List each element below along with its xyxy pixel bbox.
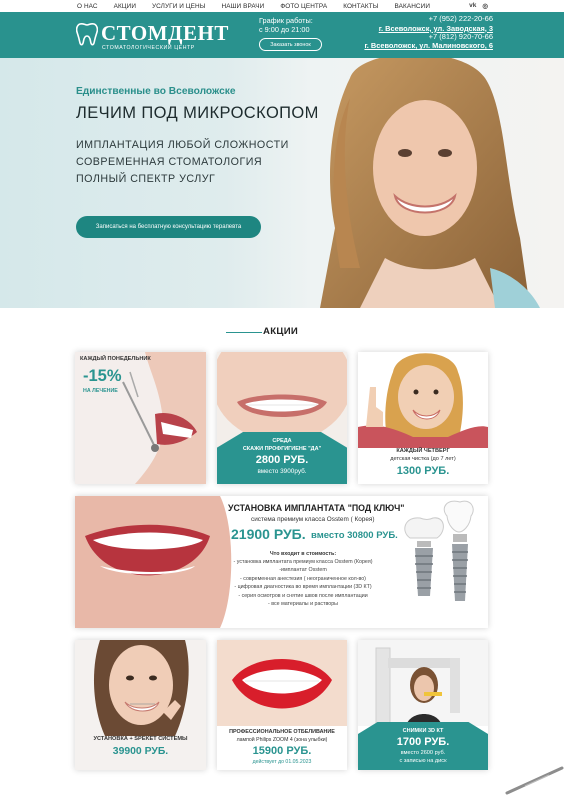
whitening-description: лампой Philips ZOOM 4 (зона улыбки) <box>236 737 328 743</box>
hero-bullet-2: СОВРЕМЕННАЯ СТОМАТОЛОГИЯ <box>76 156 263 168</box>
includes-item: - серия осмотров и снятие швов после имп… <box>238 592 368 599</box>
tooth-icon <box>76 22 98 46</box>
nav-about[interactable]: О НАС <box>77 3 98 10</box>
phone-1[interactable]: +7 (952) 222-20-66 <box>364 14 493 24</box>
phone-2[interactable]: +7 (812) 920-70-66 <box>364 32 493 42</box>
address-2[interactable]: г. Всеволожск, ул. Малиновского, 6 <box>364 41 493 50</box>
ct-old-price: вместо 2600 руб. <box>400 750 446 756</box>
whitening-price: 15900 РУБ. <box>252 745 312 757</box>
includes-item: - все материалы и растворы <box>268 601 338 608</box>
promo-card-thursday[interactable]: КАЖДЫЙ ЧЕТВЕРГ детская чистка (до 7 лет)… <box>358 352 488 484</box>
instagram-icon[interactable]: ◎ <box>482 2 488 10</box>
includes-title: Что входит в стоимость: <box>269 551 337 557</box>
ct-scanner-photo <box>358 640 488 726</box>
nav-photos[interactable]: ФОТО ЦЕНТРА <box>280 3 327 10</box>
braces-price: 39900 РУБ. <box>112 746 169 757</box>
implant-price: 21900 РУБ. <box>231 526 306 542</box>
monday-label: КАЖДЫЙ ПОНЕДЕЛЬНИК <box>80 356 151 362</box>
promo-card-whitening[interactable]: ПРОФЕССИОНАЛЬНОЕ ОТБЕЛИВАНИЕ лампой Phil… <box>217 640 347 770</box>
ct-extra: с записью на диск <box>399 758 447 764</box>
monday-discount: -15% <box>83 367 122 385</box>
hero-bullet-3: ПОЛНЫЙ СПЕКТР УСЛУГ <box>76 173 216 185</box>
page: О НАС АКЦИИ УСЛУГИ И ЦЕНЫ НАШИ ВРАЧИ ФОТ… <box>0 0 564 795</box>
hero-bullet-1: ИМПЛАНТАЦИЯ ЛЮБОЙ СЛОЖНОСТИ <box>76 139 289 151</box>
schedule: График работы: с 9:00 до 21:00 <box>259 16 339 34</box>
wednesday-day: СРЕДА <box>272 438 292 444</box>
contacts: +7 (952) 222-20-66 г. Всеволожск, ул. За… <box>364 14 493 50</box>
nav-doctors[interactable]: НАШИ ВРАЧИ <box>222 3 265 10</box>
consultation-button[interactable]: Записаться на бесплатную консультацию те… <box>76 216 261 238</box>
smiling-woman-photo <box>320 58 540 308</box>
includes-item: - цифровая диагностика во время импланта… <box>234 584 372 591</box>
thursday-price: 1300 РУБ. <box>396 465 450 477</box>
hero-headline: ЛЕЧИМ ПОД МИКРОСКОПОМ <box>76 104 319 122</box>
call-request-button[interactable]: Заказать звонок <box>259 38 322 51</box>
top-nav: О НАС АКЦИИ УСЛУГИ И ЦЕНЫ НАШИ ВРАЧИ ФОТ… <box>0 0 564 12</box>
schedule-label: График работы: <box>259 16 313 25</box>
includes-item: - современная анестезия ( неограниченное… <box>240 575 366 582</box>
thursday-description: детская чистка (до 7 лет) <box>390 456 456 462</box>
whitening-valid-until: действует до 01.05.2023 <box>252 759 312 765</box>
monday-note: НА ЛЕЧЕНИЕ <box>83 388 118 394</box>
social-links: vk ◎ <box>469 2 488 10</box>
red-lips-smile-photo <box>217 640 347 726</box>
implant-title: УСТАНОВКА ИМПЛАНТАТА "ПОД КЛЮЧ" <box>228 503 405 513</box>
wednesday-price: 2800 РУБ. <box>255 454 309 466</box>
braces-title: УСТАНОВКА + SPEKET СИСТЕМЫ <box>93 736 188 742</box>
woman-braces-photo <box>93 640 189 736</box>
hero-banner: Единственные во Всеволожске ЛЕЧИМ ПОД МИ… <box>0 58 564 308</box>
hero-kicker: Единственные во Всеволожске <box>76 86 236 97</box>
heading-divider <box>226 332 262 333</box>
promo-card-wednesday[interactable]: СРЕДА СКАЖИ ПРОФГИГИЕНЕ "ДА" 2800 РУБ. в… <box>217 352 347 484</box>
promos-title: АКЦИИ <box>263 326 299 337</box>
wednesday-old-price: вместо 3900руб. <box>257 468 307 475</box>
logo[interactable]: СТОМДЕНТ СТОМАТОЛОГИЧЕСКИЙ ЦЕНТР <box>76 21 228 51</box>
includes-item: -имплантат Osstem <box>279 567 327 574</box>
vk-icon[interactable]: vk <box>469 2 476 10</box>
ct-price: 1700 РУБ. <box>396 736 450 748</box>
promo-card-monday[interactable]: КАЖДЫЙ ПОНЕДЕЛЬНИК -15% НА ЛЕЧЕНИЕ <box>75 352 206 484</box>
schedule-hours: с 9:00 до 21:00 <box>259 25 310 34</box>
wednesday-phrase: СКАЖИ ПРОФГИГИЕНЕ "ДА" <box>242 446 322 452</box>
brand-subtitle: СТОМАТОЛОГИЧЕСКИЙ ЦЕНТР <box>102 45 195 51</box>
whitening-title: ПРОФЕССИОНАЛЬНОЕ ОТБЕЛИВАНИЕ <box>229 729 335 735</box>
implant-system: система премиум класса Osstem ( Корея) <box>251 516 375 523</box>
nav-services[interactable]: УСЛУГИ И ЦЕНЫ <box>152 3 205 10</box>
promo-card-braces[interactable]: УСТАНОВКА + SPEKET СИСТЕМЫ 39900 РУБ. <box>75 640 206 770</box>
promo-card-ct-scan[interactable]: СНИМКИ 3D КТ 1700 РУБ. вместо 2600 руб. … <box>358 640 488 770</box>
includes-item: - установка имплантата премиум класса Os… <box>233 559 373 565</box>
implant-includes: Что входит в стоимость: - установка импл… <box>205 550 401 608</box>
header: СТОМДЕНТ СТОМАТОЛОГИЧЕСКИЙ ЦЕНТР График … <box>0 12 564 58</box>
dental-instrument-decoration <box>505 766 564 795</box>
implant-old-price: вместо 30800 РУБ. <box>311 530 398 541</box>
promo-card-implant[interactable]: УСТАНОВКА ИМПЛАНТАТА "ПОД КЛЮЧ" система … <box>75 496 488 628</box>
nav-promos[interactable]: АКЦИИ <box>114 3 136 10</box>
child-thumbs-up-photo <box>358 353 488 448</box>
thursday-day: КАЖДЫЙ ЧЕТВЕРГ <box>396 448 450 454</box>
nav-contacts[interactable]: КОНТАКТЫ <box>343 3 378 10</box>
brand-name: СТОМДЕНТ <box>101 21 229 45</box>
nav-vacancies[interactable]: ВАКАНСИИ <box>395 3 431 10</box>
ct-title: СНИМКИ 3D КТ <box>402 728 444 734</box>
